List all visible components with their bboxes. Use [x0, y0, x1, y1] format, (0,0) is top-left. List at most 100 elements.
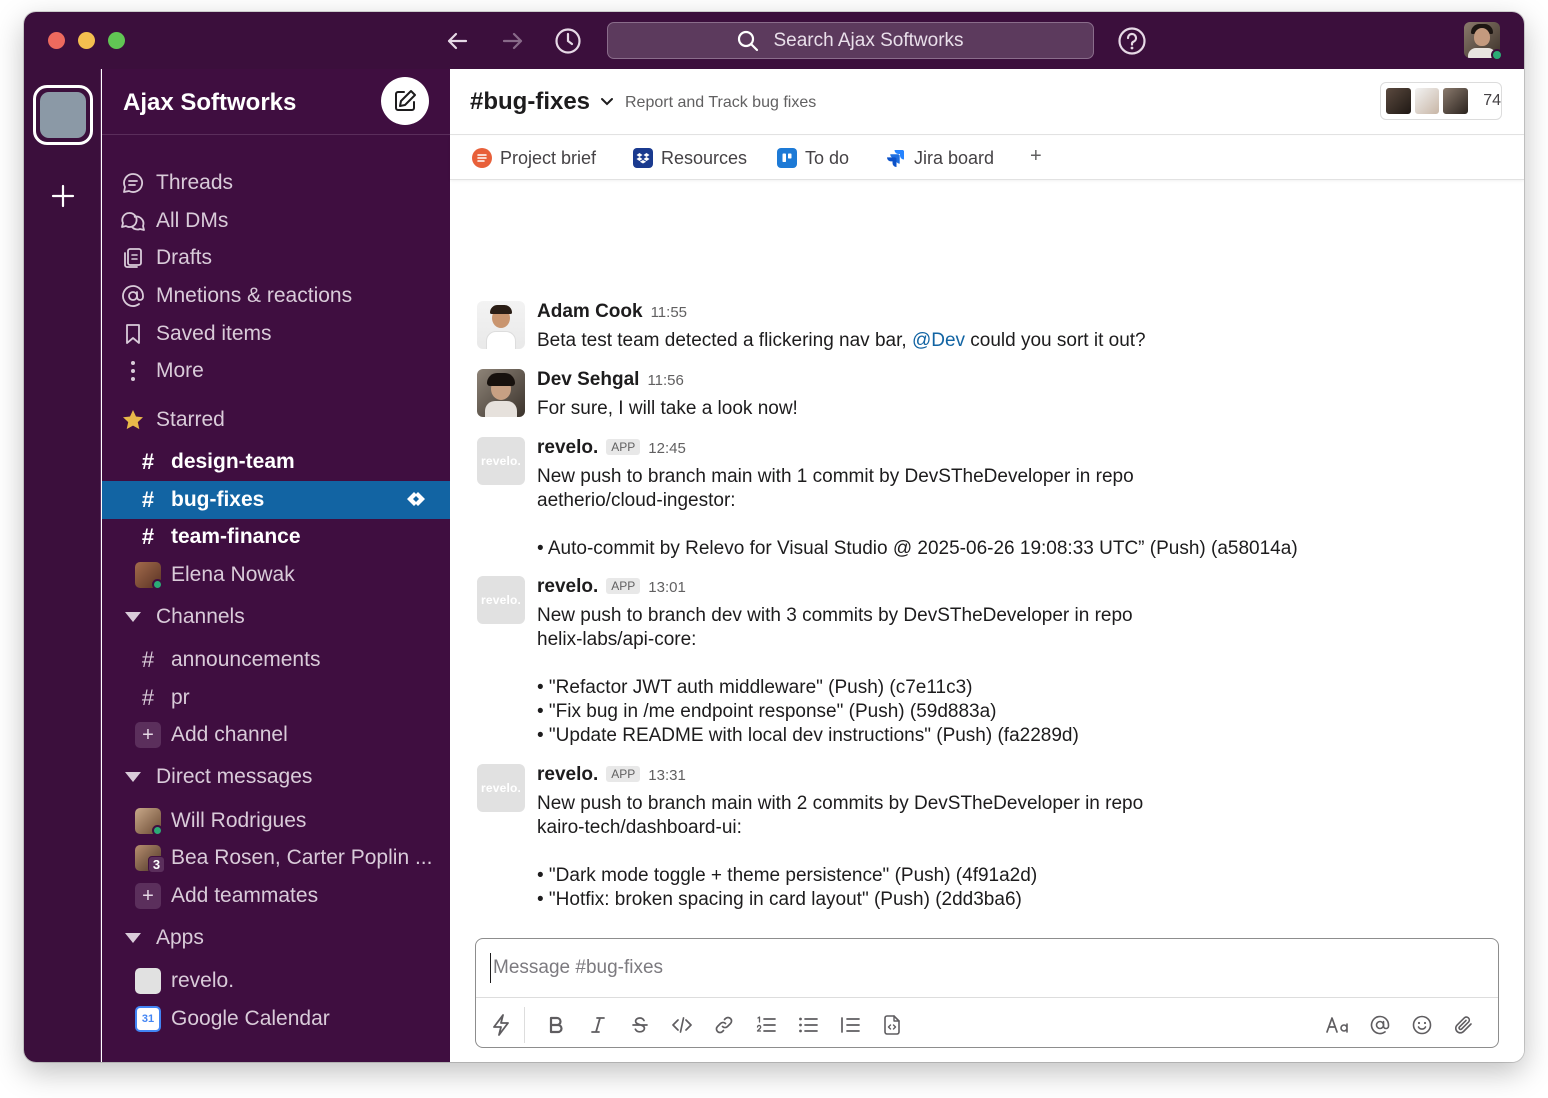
bookmark-to-do[interactable]: To do [777, 146, 849, 170]
message-timestamp[interactable]: 12:45 [648, 440, 686, 457]
emoji-icon [1412, 1015, 1432, 1035]
compose-button[interactable] [381, 77, 429, 125]
emoji-button[interactable] [1407, 1010, 1437, 1040]
add-workspace-button[interactable] [48, 181, 78, 211]
app-badge: APP [606, 578, 641, 594]
section-apps[interactable]: Apps [102, 920, 450, 956]
app-avatar[interactable]: revelo. [477, 576, 525, 624]
bookmark-resources[interactable]: Resources [633, 146, 747, 170]
code-block-button[interactable] [877, 1010, 907, 1040]
bookmark-project-brief[interactable]: Project brief [472, 146, 596, 170]
section-starred[interactable]: Starred [102, 402, 450, 438]
close-window-button[interactable] [48, 32, 65, 49]
ordered-list-icon [756, 1016, 776, 1032]
plus-icon: + [135, 722, 161, 748]
sidebar-app-revelo[interactable]: revelo. [102, 963, 450, 999]
hash-icon: # [141, 647, 155, 672]
section-label: Direct messages [156, 765, 313, 788]
sidebar-item-label: More [156, 359, 204, 382]
bulleted-list-button[interactable] [793, 1010, 823, 1040]
star-icon [120, 407, 146, 433]
sidebar-item-more[interactable]: More [102, 353, 450, 389]
italic-button[interactable] [583, 1010, 613, 1040]
workspace-switcher-tile[interactable] [33, 85, 93, 145]
sidebar-item-drafts[interactable]: Drafts [102, 240, 450, 276]
section-direct-messages[interactable]: Direct messages [102, 759, 450, 795]
sidebar-channel-team-finance[interactable]: # team-finance [102, 519, 450, 555]
message-input[interactable] [490, 953, 1470, 983]
bold-button[interactable] [541, 1010, 571, 1040]
message-author[interactable]: revelo. [537, 764, 598, 786]
message-author[interactable]: Dev Sehgal [537, 369, 639, 391]
section-label: Apps [156, 926, 204, 949]
avatar[interactable] [477, 369, 525, 417]
message-author[interactable]: revelo. [537, 437, 598, 459]
sidebar-app-google-calendar[interactable]: 31 Google Calendar [102, 1001, 450, 1037]
message-timestamp[interactable]: 13:01 [648, 579, 686, 596]
minimize-window-button[interactable] [78, 32, 95, 49]
add-channel-button[interactable]: + Add channel [102, 717, 450, 753]
bookmark-jira-board[interactable]: Jira board [886, 146, 994, 170]
sidebar-item-all-dms[interactable]: All DMs [102, 203, 450, 239]
bookmark-label: Jira board [914, 147, 995, 168]
message-timestamp[interactable]: 11:56 [647, 372, 683, 389]
message-text: For sure, I will take a look now! [537, 398, 798, 419]
workspace-name[interactable]: Ajax Softworks [123, 89, 296, 117]
strikethrough-icon [632, 1017, 648, 1033]
help-button[interactable] [1116, 25, 1148, 57]
channel-title-button[interactable]: #bug-fixes [470, 88, 614, 116]
add-bookmark-button[interactable]: + [1030, 145, 1042, 168]
sidebar-item-threads[interactable]: Threads [102, 165, 450, 201]
back-button[interactable] [441, 25, 473, 57]
caret-down-icon [120, 764, 146, 790]
history-button[interactable] [552, 25, 584, 57]
channel-label: bug-fixes [171, 488, 265, 511]
integration-icon [404, 489, 428, 509]
sidebar-dm-group[interactable]: 3 Bea Rosen, Carter Poplin ... [102, 840, 450, 876]
avatar [135, 562, 163, 590]
app-avatar[interactable]: revelo. [477, 437, 525, 485]
message-author[interactable]: revelo. [537, 576, 598, 598]
code-button[interactable] [667, 1010, 697, 1040]
channel-topic[interactable]: Report and Track bug fixes [625, 94, 816, 112]
sidebar-channel-bug-fixes[interactable]: # bug-fixes [102, 481, 450, 519]
message-author[interactable]: Adam Cook [537, 301, 643, 323]
sidebar-dm-will-rodrigues[interactable]: Will Rodrigues [102, 803, 450, 839]
avatar[interactable] [477, 301, 525, 349]
app-avatar[interactable]: revelo. [477, 764, 525, 812]
shortcuts-button[interactable] [486, 1010, 516, 1040]
attach-button[interactable] [1449, 1010, 1479, 1040]
zoom-window-button[interactable] [108, 32, 125, 49]
mention-button[interactable] [1365, 1010, 1395, 1040]
dropbox-icon [633, 148, 653, 168]
section-channels[interactable]: Channels [102, 599, 450, 635]
group-avatar: 3 [135, 845, 165, 873]
message-timestamp[interactable]: 13:31 [648, 767, 686, 784]
sidebar-channel-design-team[interactable]: # design-team [102, 444, 450, 480]
message-text: New push to branch main with 2 commits b… [537, 793, 1144, 910]
clock-icon [555, 28, 581, 54]
sidebar-item-mentions[interactable]: Mnetions & reactions [102, 278, 450, 314]
search-bar[interactable]: Search Ajax Softworks [607, 22, 1094, 59]
blockquote-button[interactable] [835, 1010, 865, 1040]
forward-button[interactable] [497, 25, 529, 57]
sidebar-channel-announcements[interactable]: # announcements [102, 642, 450, 678]
ordered-list-button[interactable] [751, 1010, 781, 1040]
user-mention[interactable]: @Dev [912, 330, 965, 351]
hash-icon: # [141, 685, 155, 710]
sidebar-dm-elena-nowak[interactable]: Elena Nowak [102, 557, 450, 593]
add-teammates-button[interactable]: + Add teammates [102, 878, 450, 914]
bold-icon [549, 1016, 563, 1034]
channel-label: team-finance [171, 525, 301, 548]
link-button[interactable] [709, 1010, 739, 1040]
message-timestamp[interactable]: 11:55 [651, 304, 687, 321]
italic-icon [591, 1017, 605, 1033]
sidebar-item-saved[interactable]: Saved items [102, 316, 450, 352]
members-button[interactable]: 74 [1380, 82, 1502, 120]
workspace-rail [24, 69, 101, 1062]
strikethrough-button[interactable] [625, 1010, 655, 1040]
sidebar-channel-pr[interactable]: # pr [102, 680, 450, 716]
formatting-toggle-button[interactable] [1323, 1010, 1353, 1040]
app-label: revelo. [171, 969, 235, 992]
hash-icon: # [141, 449, 155, 474]
